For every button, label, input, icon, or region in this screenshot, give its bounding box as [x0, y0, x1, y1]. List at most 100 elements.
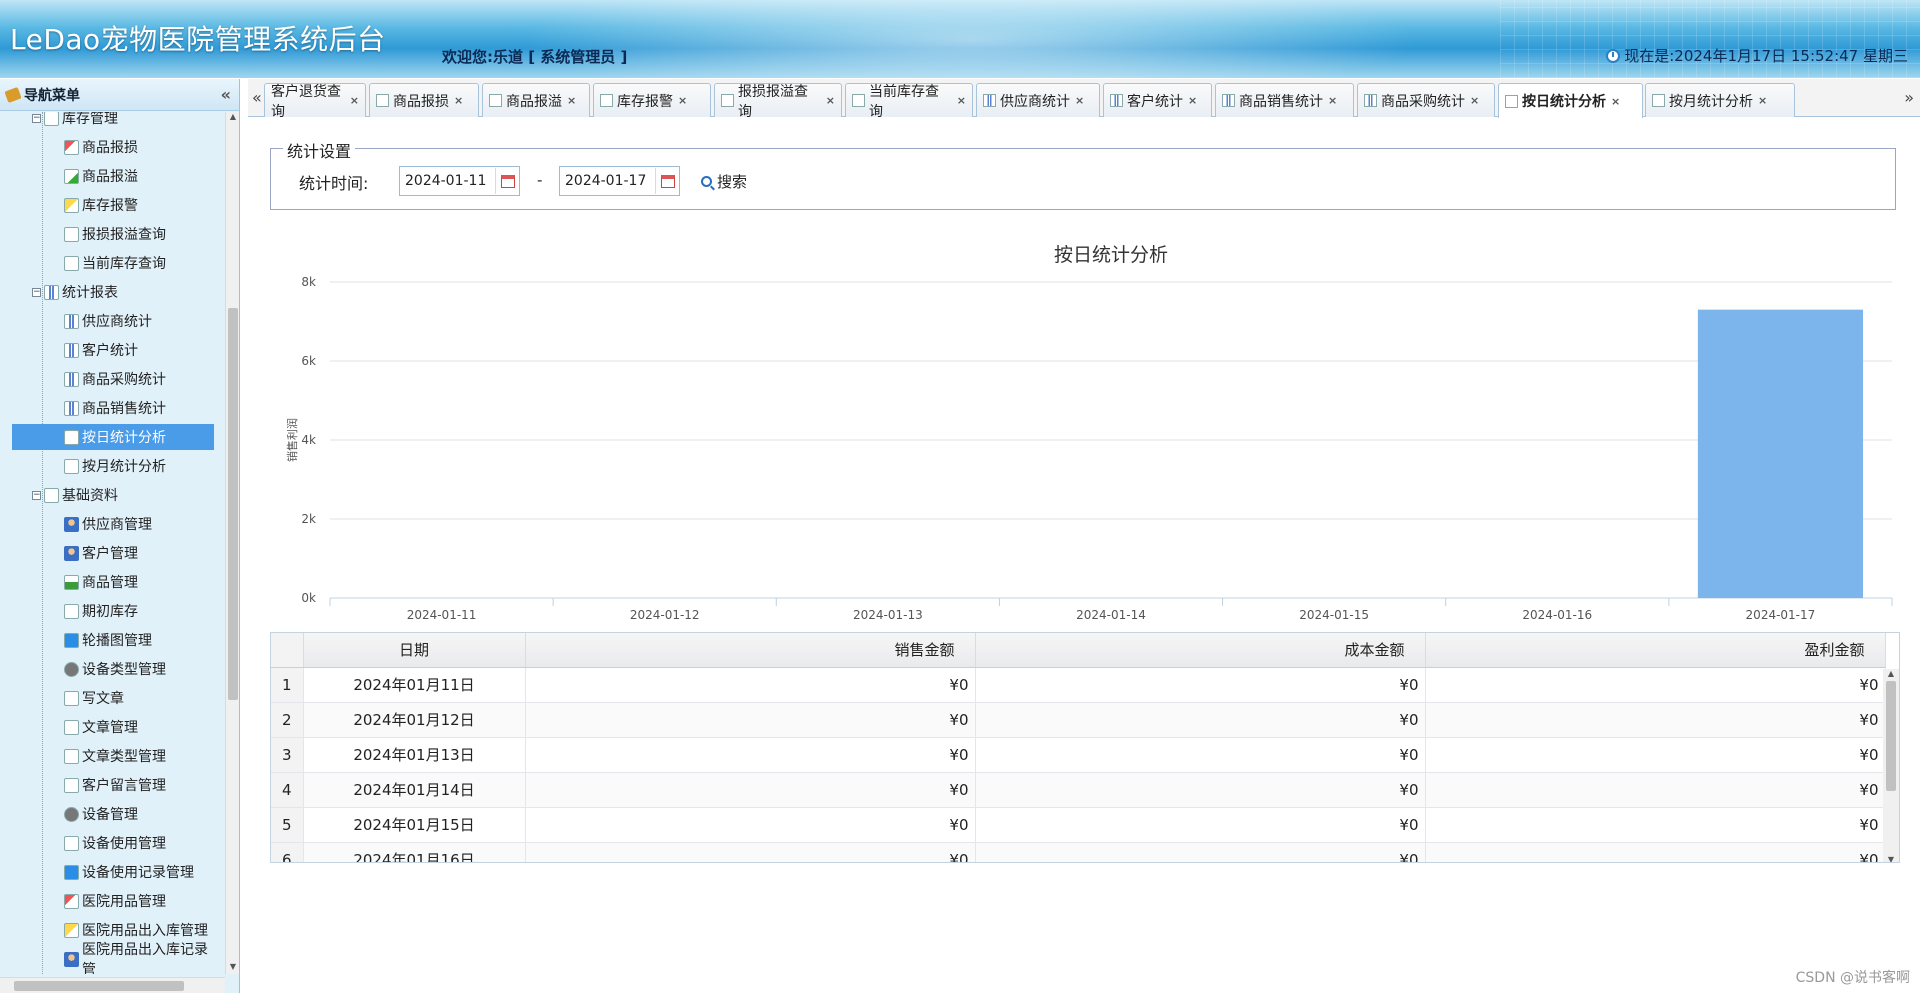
scroll-down-arrow[interactable]: ▼ — [1883, 855, 1899, 862]
sidebar-item[interactable]: 商品管理 — [12, 569, 214, 595]
scroll-up-arrow[interactable]: ▲ — [1883, 669, 1899, 678]
sidebar-item[interactable]: 商品采购统计 — [12, 366, 214, 392]
tabs-scroll-right-icon[interactable]: » — [1904, 88, 1914, 107]
tab[interactable]: 商品销售统计 × — [1215, 83, 1354, 117]
sidebar-item[interactable]: − 统计报表 — [12, 279, 214, 305]
sidebar-scroll-thumb[interactable] — [228, 308, 238, 700]
close-tab-icon[interactable]: × — [567, 94, 576, 107]
warn-icon — [64, 197, 79, 213]
sidebar-item[interactable]: 文章管理 — [12, 714, 214, 740]
scroll-up-arrow[interactable]: ▲ — [226, 112, 240, 124]
sidebar-item[interactable]: 设备管理 — [12, 801, 214, 827]
close-tab-icon[interactable]: × — [350, 94, 359, 107]
sidebar-item[interactable]: 期初库存 — [12, 598, 214, 624]
close-tab-icon[interactable]: × — [957, 94, 966, 107]
collapse-sidebar-icon[interactable]: « — [221, 85, 231, 104]
table-row[interactable]: 1 2024年01月11日 ¥0 ¥0 ¥0 — [271, 667, 1886, 703]
sidebar-vertical-scrollbar[interactable]: ▲ ▼ — [225, 112, 239, 974]
table-vertical-scrollbar[interactable]: ▲ ▼ — [1883, 669, 1899, 862]
column-header-date[interactable]: 日期 — [303, 633, 526, 668]
tab-label: 当前库存查询 — [869, 83, 939, 120]
settings-legend: 统计设置 — [283, 138, 356, 162]
sidebar-item[interactable]: 文章类型管理 — [12, 743, 214, 769]
date-from-field[interactable] — [399, 166, 520, 196]
tab[interactable]: 当前库存查询 × — [845, 83, 973, 120]
sidebar-item[interactable]: 供应商管理 — [12, 511, 214, 537]
sidebar-item[interactable]: 报损报溢查询 — [12, 221, 214, 247]
sidebar-item[interactable]: 商品报溢 — [12, 163, 214, 189]
chart-title: 按日统计分析 — [1054, 244, 1168, 266]
tab[interactable]: 客户退货查询 × — [264, 83, 366, 120]
date-from-input[interactable] — [400, 168, 492, 194]
tab[interactable]: 按日统计分析 × — [1498, 83, 1643, 118]
doc-icon — [489, 94, 502, 107]
sidebar-item[interactable]: 医院用品出入库记录管 — [12, 942, 214, 974]
tab[interactable]: 按月统计分析 × — [1645, 83, 1795, 117]
sidebar-item[interactable]: 客户留言管理 — [12, 772, 214, 798]
sidebar-item[interactable]: 按日统计分析 — [12, 424, 214, 450]
sidebar-item[interactable]: 设备使用记录管理 — [12, 859, 214, 885]
sidebar-item[interactable]: 医院用品管理 — [12, 888, 214, 914]
tab[interactable]: 商品报损 × — [369, 83, 479, 117]
tab[interactable]: 供应商统计 × — [976, 83, 1100, 117]
tab-label: 商品报损 — [393, 93, 449, 110]
sidebar-item[interactable]: 商品销售统计 — [12, 395, 214, 421]
sidebar-hscroll-thumb[interactable] — [14, 981, 184, 991]
close-tab-icon[interactable]: × — [826, 94, 835, 107]
calendar-icon[interactable] — [655, 168, 679, 194]
sidebar-item[interactable]: − 库存管理 — [12, 112, 214, 131]
scroll-down-arrow[interactable]: ▼ — [226, 962, 240, 974]
sidebar-item-label: 设备类型管理 — [82, 662, 166, 678]
tab[interactable]: 客户统计 × — [1103, 83, 1212, 117]
tabs-scroll-left-icon[interactable]: « — [252, 88, 262, 107]
tab[interactable]: 商品报溢 × — [482, 83, 590, 117]
table-row[interactable]: 3 2024年01月13日 ¥0 ¥0 ¥0 — [271, 737, 1886, 773]
y-axis-label: 销售利润 — [285, 418, 299, 462]
table-scroll-thumb[interactable] — [1886, 681, 1896, 791]
sidebar-item[interactable]: 客户统计 — [12, 337, 214, 363]
sidebar-item[interactable]: 商品报损 — [12, 134, 214, 160]
close-tab-icon[interactable]: × — [454, 94, 463, 107]
tab[interactable]: 库存报警 × — [593, 83, 711, 117]
column-header-sales[interactable]: 销售金额 — [525, 633, 976, 668]
close-tab-icon[interactable]: × — [678, 94, 687, 107]
tab[interactable]: 报损报溢查询 × — [714, 83, 842, 120]
sidebar-item-label: 库存报警 — [82, 198, 138, 214]
sidebar-item[interactable]: 客户管理 — [12, 540, 214, 566]
sidebar-item[interactable]: 设备使用管理 — [12, 830, 214, 856]
header-glow — [520, 0, 1420, 78]
date-to-field[interactable] — [559, 166, 680, 196]
sidebar-item[interactable]: 当前库存查询 — [12, 250, 214, 276]
close-tab-icon[interactable]: × — [1075, 94, 1084, 107]
close-tab-icon[interactable]: × — [1188, 94, 1197, 107]
sidebar-item[interactable]: 轮播图管理 — [12, 627, 214, 653]
table-row[interactable]: 4 2024年01月14日 ¥0 ¥0 ¥0 — [271, 772, 1886, 808]
sidebar-item[interactable]: 库存报警 — [12, 192, 214, 218]
date-cell: 2024年01月13日 — [303, 737, 526, 773]
tree-toggle-icon[interactable]: − — [32, 287, 41, 297]
table-row[interactable]: 6 2024年01月16日 ¥0 ¥0 ¥0 — [271, 842, 1886, 862]
sidebar-item[interactable]: 供应商统计 — [12, 308, 214, 334]
table-row[interactable]: 5 2024年01月15日 ¥0 ¥0 ¥0 — [271, 807, 1886, 843]
calendar-icon[interactable] — [495, 168, 519, 194]
close-tab-icon[interactable]: × — [1470, 94, 1479, 107]
tree-toggle-icon[interactable]: − — [32, 490, 41, 500]
close-tab-icon[interactable]: × — [1328, 94, 1337, 107]
sidebar-item[interactable]: 按月统计分析 — [12, 453, 214, 479]
column-header-profit[interactable]: 盈利金额 — [1425, 633, 1886, 668]
tab[interactable]: 商品采购统计 × — [1357, 83, 1495, 117]
sidebar-horizontal-scrollbar[interactable] — [0, 977, 225, 993]
tree-toggle-icon[interactable]: − — [32, 113, 41, 123]
close-tab-icon[interactable]: × — [1758, 94, 1767, 107]
search-button[interactable]: 搜索 — [701, 171, 747, 192]
column-header-cost[interactable]: 成本金额 — [975, 633, 1426, 668]
date-to-input[interactable] — [560, 168, 652, 194]
close-tab-icon[interactable]: × — [1611, 95, 1620, 108]
sidebar-item[interactable]: 写文章 — [12, 685, 214, 711]
doc-icon — [721, 94, 734, 107]
sidebar-item[interactable]: − 基础资料 — [12, 482, 214, 508]
sidebar-item[interactable]: 设备类型管理 — [12, 656, 214, 682]
pin-icon — [4, 86, 22, 103]
table-row[interactable]: 2 2024年01月12日 ¥0 ¥0 ¥0 — [271, 702, 1886, 738]
sidebar-item-label: 医院用品出入库记录管 — [82, 942, 208, 974]
